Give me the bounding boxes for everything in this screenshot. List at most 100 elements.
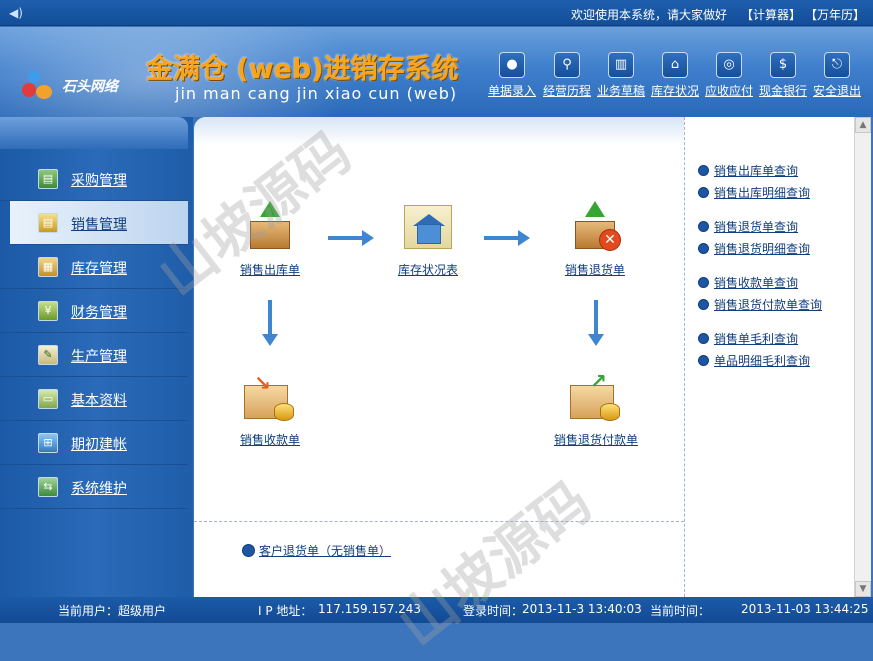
toolbar-label: 业务草稿 (596, 84, 645, 98)
sidebar-item-system-maintenance[interactable]: ⇆ 系统维护 (0, 465, 188, 509)
customer-return-link[interactable]: 客户退货单（无销售单） (242, 542, 391, 559)
main-content: 销售出库单 库存状况表 ✕ 销售退货单 ↘ 销售收款单 ↗ 销售退货付款单 销售… (194, 117, 871, 597)
document-icon: ▭ (38, 389, 58, 409)
logo-text: 石头网络 (62, 79, 118, 95)
bullet-icon (698, 299, 709, 310)
toolbar-receivables-payables[interactable]: ◎ 应收应付 (704, 52, 754, 99)
sidebar-item-inventory[interactable]: ▦ 库存管理 (0, 245, 188, 289)
app-title: 金满仓 (web)进销存系统 (146, 54, 459, 85)
bullet-icon (698, 165, 709, 176)
calculator-link[interactable]: 【计算器】 (741, 6, 801, 23)
bullet-icon (698, 243, 709, 254)
content-header (194, 117, 684, 145)
yen-icon: ¥ (38, 301, 58, 321)
query-link[interactable]: 销售出库明细查询 (698, 184, 810, 201)
query-link[interactable]: 销售退货单查询 (698, 218, 798, 235)
bullet-icon (698, 277, 709, 288)
sidebar-item-label: 销售管理 (71, 217, 127, 233)
toolbar-business-history[interactable]: ⚲ 经营历程 (541, 52, 593, 99)
welcome-text: 欢迎使用本系统，请大家做好 (571, 8, 728, 22)
flow-arrow-down (588, 300, 604, 346)
header-banner: 石头网络 金满仓 (web)进销存系统 jin man cang jin xia… (0, 27, 873, 117)
flow-sales-return[interactable]: ✕ 销售退货单 (559, 199, 631, 278)
toolbar-label: 应收应付 (704, 84, 753, 98)
query-link[interactable]: 销售退货明细查询 (698, 240, 810, 257)
ip-value: 117.159.157.243 (318, 602, 422, 616)
sidebar-item-label: 采购管理 (71, 173, 127, 189)
sidebar-header (0, 117, 188, 149)
sidebar-item-opening-account[interactable]: ⊞ 期初建帐 (0, 421, 188, 465)
toolbar-stock-status[interactable]: ⌂ 库存状况 (650, 52, 700, 99)
current-time-value: 2013-11-03 13:44:25 (741, 602, 869, 616)
flow-label: 库存状况表 (397, 263, 458, 277)
search-icon: ⚲ (554, 52, 580, 78)
toolbar-label: 现金银行 (758, 84, 807, 98)
scroll-up-icon[interactable]: ▲ (855, 117, 871, 133)
flow-arrow-right (484, 230, 530, 246)
purchase-icon: ▤ (38, 169, 58, 189)
inventory-icon: ▦ (38, 257, 58, 277)
query-link[interactable]: 销售单毛利查询 (698, 330, 798, 347)
flow-return-payment[interactable]: ↗ 销售退货付款单 (548, 369, 644, 448)
pencil-icon: ✎ (38, 345, 58, 365)
current-user-label: 当前用户： (58, 604, 119, 618)
bullet-icon (698, 333, 709, 344)
flow-label: 销售出库单 (239, 263, 300, 277)
calendar-link[interactable]: 【万年历】 (805, 6, 865, 23)
bullet-icon (698, 355, 709, 366)
folder-coins-return-icon: ↗ (566, 369, 626, 425)
status-bar: 当前用户： 超级用户 I P 地址： 117.159.157.243 登录时间：… (0, 597, 873, 623)
maintenance-icon: ⇆ (38, 477, 58, 497)
sidebar-item-label: 生产管理 (71, 349, 127, 365)
trash-icon: ▥ (608, 52, 634, 78)
query-link[interactable]: 单品明细毛利查询 (698, 352, 810, 369)
sidebar-item-label: 期初建帐 (71, 437, 127, 453)
house-window-icon (398, 199, 458, 255)
query-link[interactable]: 销售收款单查询 (698, 274, 798, 291)
speaker-icon[interactable]: ◀) (9, 6, 25, 20)
login-time-label: 登录时间： (463, 604, 524, 618)
sidebar-item-basic-data[interactable]: ▭ 基本资料 (0, 377, 188, 421)
flow-label: 销售退货付款单 (553, 433, 638, 447)
toolbar-document-entry[interactable]: ● 单据录入 (487, 52, 537, 99)
toolbar-cash-bank[interactable]: $ 现金银行 (758, 52, 808, 99)
login-time-value: 2013-11-3 13:40:03 (522, 602, 642, 616)
flow-label: 销售退货单 (564, 263, 625, 277)
sidebar-item-sales[interactable]: ▤ 销售管理 (10, 201, 188, 245)
flow-sales-receipt[interactable]: ↘ 销售收款单 (234, 369, 306, 448)
query-link[interactable]: 销售退货付款单查询 (698, 296, 822, 313)
sidebar-item-label: 财务管理 (71, 305, 127, 321)
bullet-icon (698, 187, 709, 198)
flow-sales-outbound[interactable]: 销售出库单 (234, 199, 306, 278)
sales-icon: ▤ (38, 213, 58, 233)
ip-label: I P 地址： (258, 604, 313, 618)
sidebar-item-finance[interactable]: ¥ 财务管理 (0, 289, 188, 333)
folder-coins-icon: ↘ (240, 369, 300, 425)
sidebar-item-label: 系统维护 (71, 481, 127, 497)
current-user-value: 超级用户 (118, 604, 167, 618)
toolbar-logout[interactable]: ⎋ 安全退出 (812, 52, 862, 99)
flow-arrow-down (262, 300, 278, 346)
person-icon: ● (499, 52, 525, 78)
sidebar-item-production[interactable]: ✎ 生产管理 (0, 333, 188, 377)
flow-stock-status[interactable]: 库存状况表 (392, 199, 464, 278)
toolbar-label: 库存状况 (650, 84, 699, 98)
scroll-down-icon[interactable]: ▼ (855, 581, 871, 597)
bullet-icon (242, 544, 255, 557)
bullet-icon (698, 221, 709, 232)
sidebar-item-label: 库存管理 (71, 261, 127, 277)
money-bag-icon: ◎ (716, 52, 742, 78)
exit-icon: ⎋ (824, 52, 850, 78)
company-logo: 石头网络 (22, 69, 132, 101)
home-icon: ⌂ (662, 52, 688, 78)
toolbar-label: 单据录入 (487, 84, 536, 98)
query-link[interactable]: 销售出库单查询 (698, 162, 798, 179)
dollar-icon: $ (770, 52, 796, 78)
toolbar-drafts[interactable]: ▥ 业务草稿 (596, 52, 646, 99)
windows-icon: ⊞ (38, 433, 58, 453)
sidebar-item-purchase[interactable]: ▤ 采购管理 (0, 157, 188, 201)
box-upload-icon (240, 199, 300, 255)
sidebar: ▤ 采购管理 ▤ 销售管理 ▦ 库存管理 ¥ 财务管理 ✎ 生产管理 ▭ 基本资… (0, 117, 193, 597)
vertical-scrollbar[interactable]: ▲ ▼ (854, 117, 871, 597)
flow-arrow-right (328, 230, 374, 246)
